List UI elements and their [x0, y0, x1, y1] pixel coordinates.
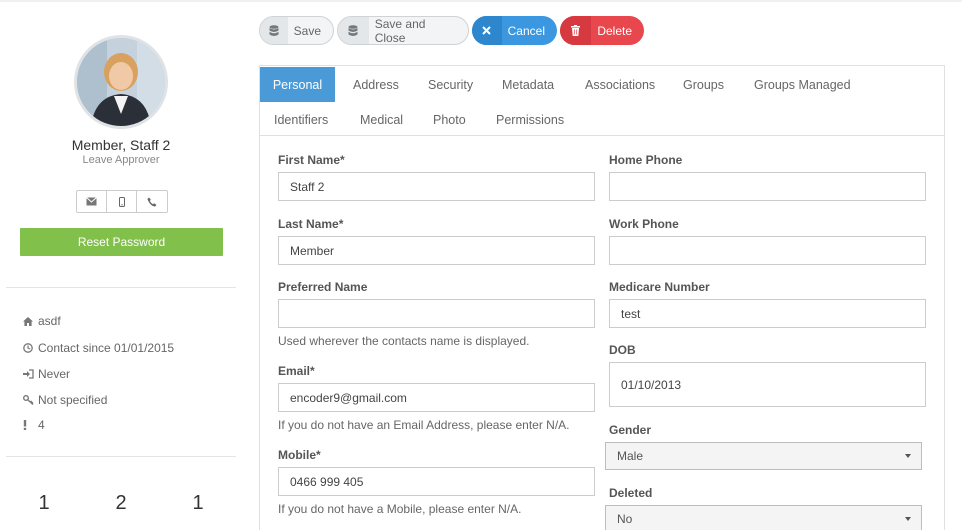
work-phone-label: Work Phone: [609, 217, 679, 231]
avatar: [74, 35, 168, 129]
save-button[interactable]: Save: [259, 16, 334, 45]
dob-label: DOB: [609, 343, 636, 357]
preferred-name-label: Preferred Name: [278, 280, 368, 294]
last-name-field[interactable]: Member: [278, 236, 595, 265]
info-alerts-text: 4: [38, 418, 45, 432]
home-phone-field[interactable]: [609, 172, 926, 201]
save-button-label: Save: [293, 23, 321, 38]
delete-button[interactable]: Delete: [560, 16, 644, 45]
caret-down-icon: [905, 517, 911, 521]
profile-role: Leave Approver: [82, 154, 160, 166]
preferred-name-field[interactable]: [278, 299, 595, 328]
first-name-label: First Name*: [278, 153, 345, 167]
last-name-label: Last Name*: [278, 217, 344, 231]
info-location-text: asdf: [38, 314, 61, 328]
info-contact-since-text: Contact since 01/01/2015: [38, 341, 175, 355]
phone-icon[interactable]: [137, 191, 167, 212]
deleted-select-value: No: [617, 512, 633, 526]
work-phone-field[interactable]: [609, 236, 926, 265]
trash-icon: [560, 16, 592, 45]
tab-photo[interactable]: Photo: [433, 102, 466, 137]
tab-metadata[interactable]: Metadata: [502, 67, 554, 102]
info-key-text: Not specified: [38, 393, 108, 407]
gender-select[interactable]: Male: [605, 442, 922, 470]
tab-groups[interactable]: Groups: [683, 67, 724, 102]
tab-address[interactable]: Address: [353, 67, 399, 102]
stat-3: 1: [192, 492, 204, 514]
gender-label: Gender: [609, 423, 652, 437]
save-and-close-button[interactable]: Save and Close: [337, 16, 469, 45]
deleted-label: Deleted: [609, 486, 653, 500]
database-icon: [338, 17, 369, 44]
gender-select-value: Male: [617, 449, 644, 463]
envelope-icon[interactable]: [77, 191, 107, 212]
medicare-number-label: Medicare Number: [609, 280, 710, 294]
info-last-login-text: Never: [38, 367, 71, 381]
info-key: Not specified: [23, 393, 107, 407]
cancel-button[interactable]: Cancel: [472, 16, 557, 45]
profile-sidebar: Member, Staff 2 Leave Approver Reset Pas…: [0, 0, 240, 530]
divider: [6, 456, 236, 457]
key-icon: [23, 395, 38, 405]
tab-security[interactable]: Security: [428, 67, 473, 102]
mobile-field[interactable]: 0466 999 405: [278, 467, 595, 496]
stat-2: 2: [115, 492, 127, 514]
cancel-button-label: Cancel: [507, 23, 545, 38]
close-icon: [472, 16, 502, 45]
mobile-help: If you do not have a Mobile, please ente…: [278, 502, 522, 516]
mobile-label: Mobile*: [278, 448, 321, 462]
medicare-number-field[interactable]: test: [609, 299, 926, 328]
preferred-name-help: Used wherever the contacts name is displ…: [278, 334, 530, 348]
contact-buttons: [76, 190, 168, 213]
database-icon: [260, 17, 288, 44]
exclamation-icon: [23, 420, 38, 430]
sign-in-icon: [23, 369, 38, 379]
tab-permissions[interactable]: Permissions: [496, 102, 564, 137]
first-name-field[interactable]: Staff 2: [278, 172, 595, 201]
tab-associations[interactable]: Associations: [585, 67, 655, 102]
home-icon: [23, 316, 38, 326]
email-help: If you do not have an Email Address, ple…: [278, 418, 570, 432]
info-contact-since: Contact since 01/01/2015: [23, 341, 174, 355]
info-alerts: 4: [23, 418, 45, 432]
tab-groups-managed[interactable]: Groups Managed: [754, 67, 851, 102]
dob-field[interactable]: 01/10/2013: [609, 362, 926, 407]
info-location: asdf: [23, 314, 61, 328]
profile-name: Member, Staff 2: [71, 137, 171, 153]
stat-1: 1: [38, 492, 50, 514]
tab-bar: Personal Address Security Metadata Assoc…: [259, 66, 945, 136]
delete-button-label: Delete: [597, 23, 632, 38]
email-label: Email*: [278, 364, 315, 378]
clock-icon: [23, 343, 38, 353]
caret-down-icon: [905, 454, 911, 458]
divider: [6, 287, 236, 288]
email-field[interactable]: encoder9@gmail.com: [278, 383, 595, 412]
tab-personal[interactable]: Personal: [260, 67, 335, 102]
save-and-close-label: Save and Close: [374, 16, 426, 45]
info-last-login: Never: [23, 367, 70, 381]
home-phone-label: Home Phone: [609, 153, 683, 167]
tab-medical[interactable]: Medical: [360, 102, 403, 137]
reset-password-button[interactable]: Reset Password: [20, 228, 223, 256]
deleted-select[interactable]: No: [605, 505, 922, 530]
mobile-icon[interactable]: [107, 191, 137, 212]
tab-identifiers[interactable]: Identifiers: [274, 102, 328, 137]
